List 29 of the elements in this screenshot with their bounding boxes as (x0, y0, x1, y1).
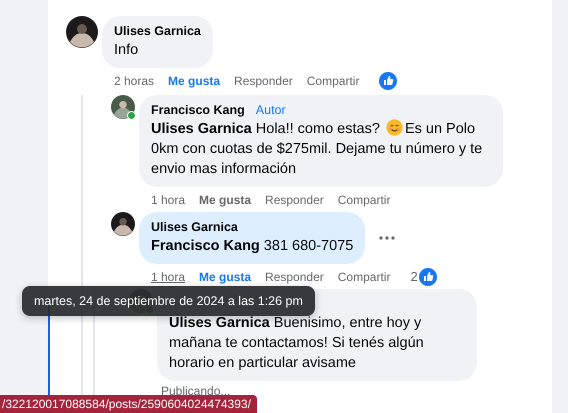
avatar[interactable] (111, 95, 135, 119)
author-name[interactable]: Ulises Garnica (151, 219, 238, 235)
share-link[interactable]: Compartir (338, 269, 390, 285)
like-link[interactable]: Me gusta (199, 192, 252, 208)
link-status-bar: /322120017088584/posts/2590604024474393/ (0, 395, 257, 413)
avatar[interactable] (111, 212, 135, 236)
more-options-icon[interactable] (379, 236, 396, 240)
comment-text: Ulises Garnica Buenisimo, entre hoy y mañana te contactamos! Si tenés algún horario en particular avisame (169, 314, 425, 373)
comment-text: Ulises Garnica Hola!! como estas? Es un Polo 0km con cuotas de $275mil. Dejame tu número y te envio mas información (151, 119, 484, 179)
author-badge: Autor (252, 102, 289, 118)
comment-time-link[interactable]: 1 hora (151, 192, 186, 208)
comment-time-link[interactable]: 1 hora (151, 269, 186, 285)
author-name[interactable]: Francisco Kang (151, 102, 245, 118)
reply-link[interactable]: Responder (234, 73, 293, 89)
author-name[interactable]: Ulises Garnica (114, 23, 201, 39)
avatar[interactable] (66, 16, 98, 48)
comment-text: Francisco Kang 381 680-7075 (151, 237, 354, 256)
like-link[interactable]: Me gusta (168, 73, 220, 89)
smiley-icon (386, 119, 403, 136)
comment-text: Info (114, 41, 140, 60)
share-link[interactable]: Compartir (338, 192, 390, 208)
comment-time-link[interactable]: 2 horas (114, 73, 154, 89)
reaction-count: 2 (410, 269, 418, 285)
posting-status: Publicando... (160, 383, 232, 398)
share-link[interactable]: Compartir (306, 73, 360, 89)
like-link[interactable]: Me gusta (199, 269, 252, 285)
date-tooltip: martes, 24 de septiembre de 2024 a las 1:26 pm (22, 286, 315, 316)
reply-link[interactable]: Responder (265, 192, 324, 208)
reply-link[interactable]: Responder (265, 269, 324, 285)
